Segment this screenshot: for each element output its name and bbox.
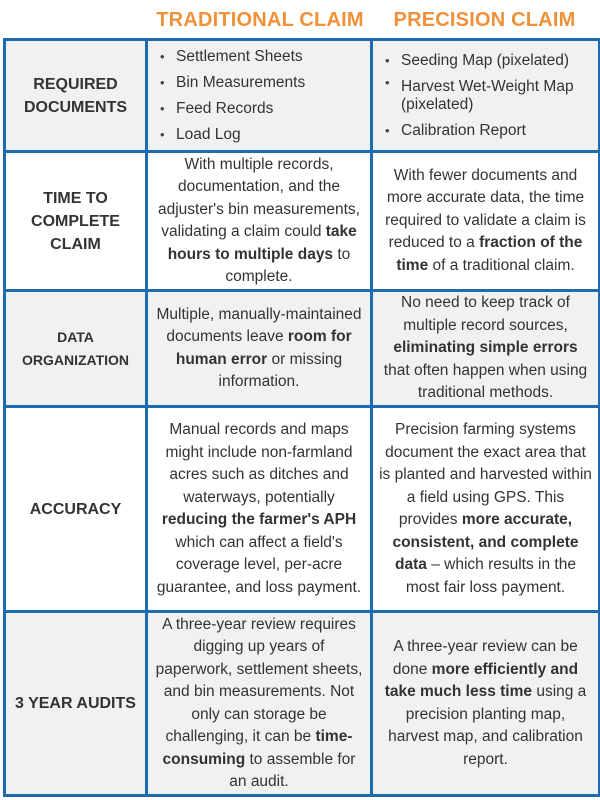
traditional-cell: A three-year review requires digging up … xyxy=(145,610,373,797)
traditional-cell: Multiple, manually-maintained documents … xyxy=(145,289,373,408)
traditional-cell: Settlement Sheets Bin Measurements Feed … xyxy=(145,38,373,153)
list-item: Calibration Report xyxy=(385,118,592,144)
precision-cell: Precision farming systems document the e… xyxy=(370,405,600,613)
list-item: Load Log xyxy=(160,122,364,148)
list-item: Settlement Sheets xyxy=(160,44,364,70)
precision-documents-list: Seeding Map (pixelated) Harvest Wet-Weig… xyxy=(379,48,592,144)
column-header-precision: PRECISION CLAIM xyxy=(393,9,576,31)
comparison-table: REQUIRED DOCUMENTS Settlement Sheets Bin… xyxy=(3,38,600,797)
row-label: DATA ORGANIZATION xyxy=(3,289,148,408)
traditional-documents-list: Settlement Sheets Bin Measurements Feed … xyxy=(154,44,364,148)
list-item: Feed Records xyxy=(160,96,364,122)
row-label: 3 YEAR AUDITS xyxy=(3,610,148,797)
precision-cell: A three-year review can be done more eff… xyxy=(370,610,600,797)
list-item: Harvest Wet-Weight Map (pixelated) xyxy=(385,74,592,118)
table-row-data-organization: DATA ORGANIZATION Multiple, manually-mai… xyxy=(3,289,600,408)
precision-cell: With fewer documents and more accurate d… xyxy=(370,150,600,292)
row-label: TIME TO COMPLETE CLAIM xyxy=(3,150,148,292)
table-row-required-documents: REQUIRED DOCUMENTS Settlement Sheets Bin… xyxy=(3,38,600,153)
emphasis: eliminating simple errors xyxy=(393,339,578,357)
precision-cell: No need to keep track of multiple record… xyxy=(370,289,600,408)
traditional-cell: Manual records and maps might include no… xyxy=(145,405,373,613)
table-row-accuracy: ACCURACY Manual records and maps might i… xyxy=(3,405,600,613)
traditional-cell: With multiple records, documentation, an… xyxy=(145,150,373,292)
row-label: ACCURACY xyxy=(3,405,148,613)
precision-cell: Seeding Map (pixelated) Harvest Wet-Weig… xyxy=(370,38,600,153)
row-label: REQUIRED DOCUMENTS xyxy=(3,38,148,153)
emphasis: reducing the farmer's APH xyxy=(161,511,357,528)
table-row-3-year-audits: 3 YEAR AUDITS A three-year review requir… xyxy=(3,610,600,797)
column-header-traditional: TRADITIONAL CLAIM xyxy=(156,9,364,31)
list-item: Bin Measurements xyxy=(160,70,364,96)
list-item: Seeding Map (pixelated) xyxy=(385,48,592,74)
table-row-time-to-complete: TIME TO COMPLETE CLAIM With multiple rec… xyxy=(3,150,600,292)
